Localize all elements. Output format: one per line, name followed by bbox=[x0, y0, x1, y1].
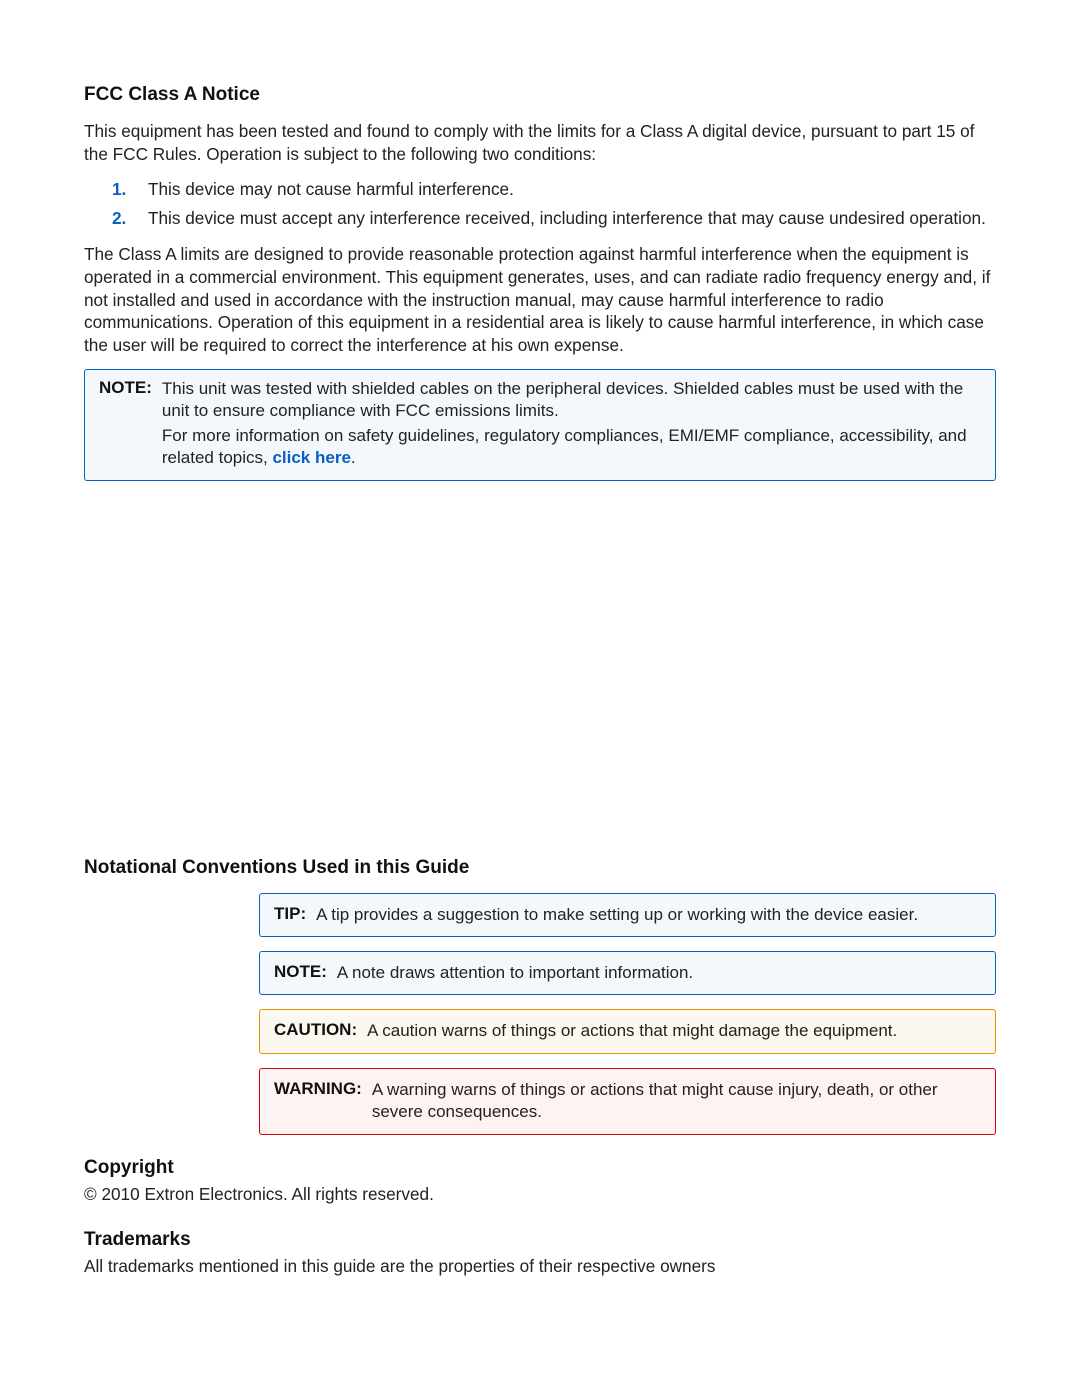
fcc-conditions-list: 1. This device may not cause harmful int… bbox=[84, 177, 996, 231]
list-text: This device must accept any interference… bbox=[148, 208, 986, 228]
fcc-condition-1: 1. This device may not cause harmful int… bbox=[138, 177, 996, 202]
page-spacer bbox=[84, 497, 996, 857]
note-text-line2-b: . bbox=[351, 448, 356, 467]
warning-callout: WARNING: A warning warns of things or ac… bbox=[259, 1068, 996, 1135]
fcc-note-callout: NOTE: This unit was tested with shielded… bbox=[84, 369, 996, 481]
list-marker: 1. bbox=[112, 177, 126, 202]
caution-text: A caution warns of things or actions tha… bbox=[367, 1020, 897, 1042]
copyright-heading: Copyright bbox=[84, 1157, 996, 1179]
warning-text: A warning warns of things or actions tha… bbox=[372, 1079, 981, 1124]
fcc-paragraph-2: The Class A limits are designed to provi… bbox=[84, 243, 996, 357]
conventions-block: TIP: A tip provides a suggestion to make… bbox=[259, 893, 996, 1135]
fcc-intro-paragraph: This equipment has been tested and found… bbox=[84, 120, 996, 165]
list-text: This device may not cause harmful interf… bbox=[148, 179, 514, 199]
note-text: A note draws attention to important info… bbox=[337, 962, 693, 984]
caution-label: CAUTION: bbox=[274, 1020, 357, 1040]
warning-label: WARNING: bbox=[274, 1079, 362, 1099]
note-label: NOTE: bbox=[274, 962, 327, 982]
list-marker: 2. bbox=[112, 206, 126, 231]
trademarks-text: All trademarks mentioned in this guide a… bbox=[84, 1255, 996, 1278]
caution-callout: CAUTION: A caution warns of things or ac… bbox=[259, 1009, 996, 1053]
trademarks-heading: Trademarks bbox=[84, 1229, 996, 1251]
fcc-condition-2: 2. This device must accept any interfere… bbox=[138, 206, 996, 231]
note-text-line2: For more information on safety guideline… bbox=[162, 425, 981, 470]
tip-label: TIP: bbox=[274, 904, 306, 924]
copyright-text: © 2010 Extron Electronics. All rights re… bbox=[84, 1183, 996, 1206]
conventions-heading: Notational Conventions Used in this Guid… bbox=[84, 857, 996, 879]
tip-callout: TIP: A tip provides a suggestion to make… bbox=[259, 893, 996, 937]
document-page: FCC Class A Notice This equipment has be… bbox=[0, 0, 1080, 1397]
note-callout: NOTE: A note draws attention to importan… bbox=[259, 951, 996, 995]
fcc-heading: FCC Class A Notice bbox=[84, 84, 996, 106]
note-label: NOTE: bbox=[99, 378, 152, 398]
note-text-line1: This unit was tested with shielded cable… bbox=[162, 378, 981, 423]
click-here-link[interactable]: click here bbox=[272, 448, 350, 467]
footer-sections: Copyright © 2010 Extron Electronics. All… bbox=[84, 1157, 996, 1278]
tip-text: A tip provides a suggestion to make sett… bbox=[316, 904, 918, 926]
